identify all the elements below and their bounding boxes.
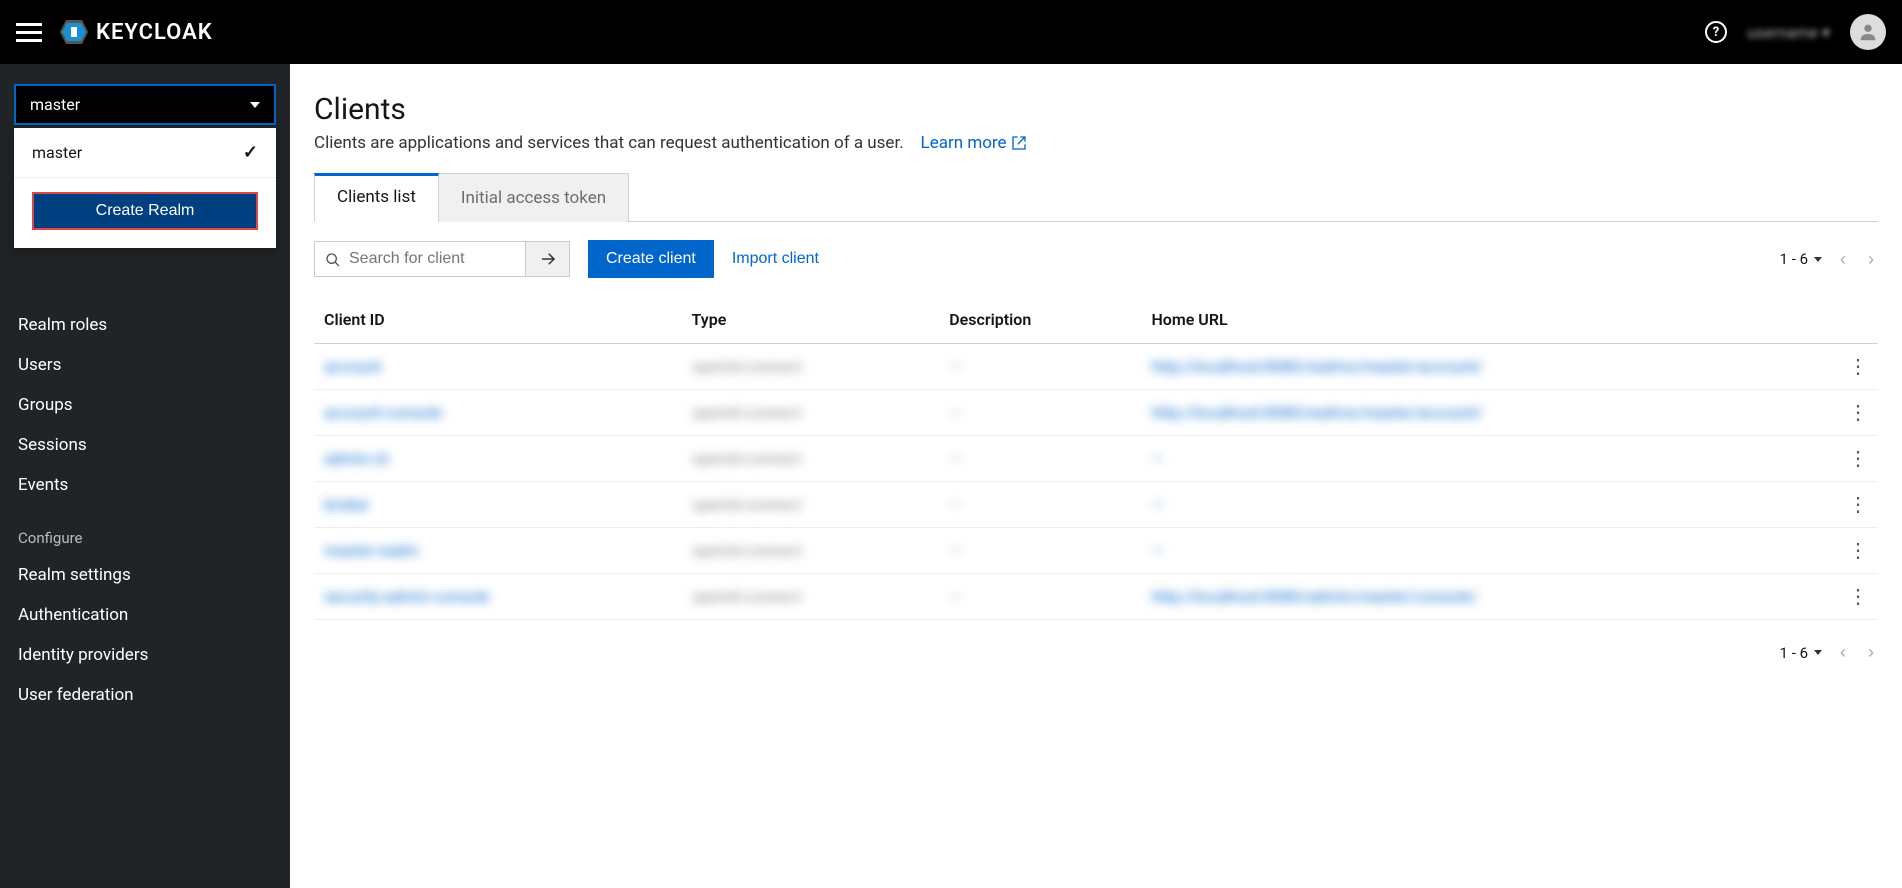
cell-type: openid-connect xyxy=(692,403,802,422)
cell-home-url[interactable]: — xyxy=(1151,449,1164,468)
cell-client-id[interactable]: admin-cli xyxy=(324,449,389,468)
clients-table: Client ID Type Description Home URL acco… xyxy=(314,296,1878,620)
row-kebab-icon[interactable]: ⋮ xyxy=(1848,448,1868,468)
page-title: Clients xyxy=(314,92,1878,127)
user-menu[interactable]: username ▾ xyxy=(1747,23,1830,42)
realm-dropdown: master ✓ Create Realm xyxy=(14,128,276,248)
search-submit-button[interactable] xyxy=(525,242,569,276)
brand-logo[interactable]: KEYCLOAK xyxy=(58,16,213,48)
top-bar: KEYCLOAK ? username ▾ xyxy=(0,0,1902,64)
col-description: Description xyxy=(939,296,1141,344)
col-home-url: Home URL xyxy=(1141,296,1838,344)
pager-prev-button[interactable]: ‹ xyxy=(1836,245,1850,274)
sidebar-heading-configure: Configure xyxy=(0,505,290,555)
sidebar-item-authentication[interactable]: Authentication xyxy=(0,595,290,635)
pager-next-button[interactable]: › xyxy=(1864,245,1878,274)
sidebar-item-realm-settings[interactable]: Realm settings xyxy=(0,555,290,595)
main-content: Clients Clients are applications and ser… xyxy=(290,64,1902,888)
keycloak-icon xyxy=(58,16,90,48)
cell-type: openid-connect xyxy=(692,449,802,468)
row-kebab-icon[interactable]: ⋮ xyxy=(1848,356,1868,376)
help-icon[interactable]: ? xyxy=(1705,21,1727,43)
cell-description: — xyxy=(949,495,962,514)
arrow-right-icon xyxy=(539,250,557,268)
cell-type: openid-connect xyxy=(692,495,802,514)
tabs: Clients list Initial access token xyxy=(314,173,1878,222)
cell-type: openid-connect xyxy=(692,541,802,560)
row-kebab-icon[interactable]: ⋮ xyxy=(1848,494,1868,514)
chevron-down-icon xyxy=(1814,650,1822,655)
tab-clients-list[interactable]: Clients list xyxy=(314,173,439,222)
pager-range-dropdown[interactable]: 1 - 6 xyxy=(1780,250,1822,268)
realm-option-label: master xyxy=(32,143,82,162)
cell-description: — xyxy=(949,357,962,376)
row-kebab-icon[interactable]: ⋮ xyxy=(1848,586,1868,606)
import-client-button[interactable]: Import client xyxy=(732,250,819,268)
avatar[interactable] xyxy=(1850,14,1886,50)
search-group xyxy=(314,241,570,277)
sidebar: master master ✓ Create Realm Realm roles… xyxy=(0,64,290,888)
row-kebab-icon[interactable]: ⋮ xyxy=(1848,540,1868,560)
table-row: account openid-connect — http://localhost:8… xyxy=(314,344,1878,390)
table-row: broker openid-connect — — ⋮ xyxy=(314,482,1878,528)
cell-description: — xyxy=(949,541,962,560)
pager-next-button[interactable]: › xyxy=(1864,638,1878,667)
tab-initial-access-token[interactable]: Initial access token xyxy=(439,173,629,222)
cell-description: — xyxy=(949,449,962,468)
toolbar: Create client Import client 1 - 6 ‹ › xyxy=(314,222,1878,296)
sidebar-item-groups[interactable]: Groups xyxy=(0,385,290,425)
table-row: security-admin-console openid-connect — htt… xyxy=(314,574,1878,620)
create-client-button[interactable]: Create client xyxy=(588,240,714,278)
realm-selected-value: master xyxy=(30,95,80,114)
cell-home-url[interactable]: http://localhost:8080/admin/master/conso… xyxy=(1151,587,1477,606)
cell-description: — xyxy=(949,587,962,606)
sidebar-item-users[interactable]: Users xyxy=(0,345,290,385)
sidebar-item-identity-providers[interactable]: Identity providers xyxy=(0,635,290,675)
realm-option-master[interactable]: master ✓ xyxy=(14,128,276,178)
brand-text: KEYCLOAK xyxy=(96,20,213,45)
cell-client-id[interactable]: master-realm xyxy=(324,541,419,560)
col-type: Type xyxy=(682,296,940,344)
cell-client-id[interactable]: broker xyxy=(324,495,369,514)
search-icon xyxy=(325,252,341,272)
pager-top: 1 - 6 ‹ › xyxy=(1780,245,1878,274)
pager-bottom: 1 - 6 ‹ › xyxy=(1780,638,1878,667)
create-realm-button[interactable]: Create Realm xyxy=(32,192,258,230)
search-input[interactable] xyxy=(315,242,525,276)
chevron-down-icon xyxy=(1814,257,1822,262)
user-icon xyxy=(1857,21,1879,43)
pager-prev-button[interactable]: ‹ xyxy=(1836,638,1850,667)
chevron-down-icon xyxy=(250,102,260,108)
cell-home-url[interactable]: — xyxy=(1151,495,1164,514)
cell-home-url[interactable]: http://localhost:8080/realms/master/acco… xyxy=(1151,403,1483,422)
cell-type: openid-connect xyxy=(692,357,802,376)
check-icon: ✓ xyxy=(243,142,258,163)
page-subtitle: Clients are applications and services th… xyxy=(314,133,1878,153)
cell-home-url[interactable]: http://localhost:8080/realms/master/acco… xyxy=(1151,357,1483,376)
sidebar-item-realm-roles[interactable]: Realm roles xyxy=(0,305,290,345)
cell-client-id[interactable]: security-admin-console xyxy=(324,587,489,606)
sidebar-item-user-federation[interactable]: User federation xyxy=(0,675,290,715)
table-row: admin-cli openid-connect — — ⋮ xyxy=(314,436,1878,482)
cell-client-id[interactable]: account-console xyxy=(324,403,442,422)
external-link-icon xyxy=(1011,135,1027,151)
row-kebab-icon[interactable]: ⋮ xyxy=(1848,402,1868,422)
table-row: master-realm openid-connect — — ⋮ xyxy=(314,528,1878,574)
cell-description: — xyxy=(949,403,962,422)
hamburger-icon[interactable] xyxy=(16,19,42,45)
sidebar-item-events[interactable]: Events xyxy=(0,465,290,505)
cell-type: openid-connect xyxy=(692,587,802,606)
realm-selector[interactable]: master xyxy=(14,84,276,125)
learn-more-link[interactable]: Learn more xyxy=(921,133,1027,153)
col-client-id: Client ID xyxy=(314,296,682,344)
table-row: account-console openid-connect — http://loc… xyxy=(314,390,1878,436)
cell-home-url[interactable]: — xyxy=(1151,541,1164,560)
sidebar-item-sessions[interactable]: Sessions xyxy=(0,425,290,465)
pager-range-dropdown[interactable]: 1 - 6 xyxy=(1780,644,1822,662)
cell-client-id[interactable]: account xyxy=(324,357,381,376)
